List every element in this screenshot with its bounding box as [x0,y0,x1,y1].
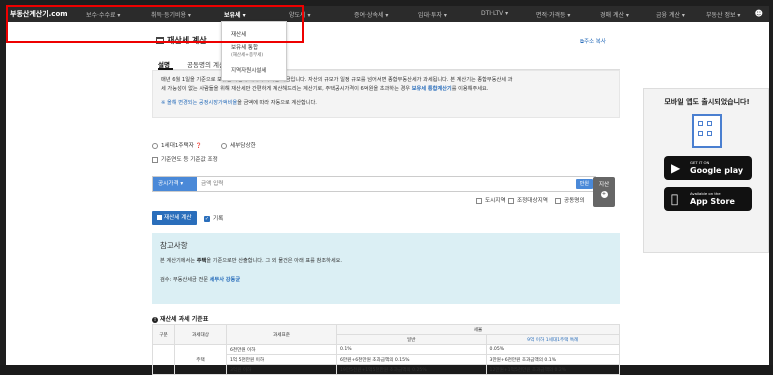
nav-item-rental-invest[interactable]: 임대·투자 ▾ [418,10,447,19]
nav-item-realestate-info[interactable]: 부동산 정보 ▾ [706,10,740,19]
price-input[interactable] [201,179,561,189]
app-ad-panel: 모바일 앱도 출시되었습니다! ▶ GET IT ON Google play … [643,88,769,253]
table-cell: 12만원+1억5천만원 초과금액의 0.2% [485,364,621,375]
browser-frame: 부동산계산기.com 보수·수수료 ▾ 취득·등기비용 ▾ 보유세 ▾ 양도세 … [0,0,773,375]
prev-base-checkbox[interactable] [152,156,158,163]
copy-url-label: 주소 복사 [583,39,606,45]
google-play-icon: ▶ [671,161,681,175]
apple-icon:  [671,192,678,206]
reset-button[interactable]: 지산 + [593,177,615,207]
copy-url-link[interactable]: ⧉주소 복사 [580,37,606,46]
dropdown-item-subtext: (재산세+종부세) [231,53,264,58]
calculator-icon [157,215,162,220]
nav-item-gift-inheritance[interactable]: 증여·상속세 ▾ [354,10,388,19]
description-text: 세 가능성이 없는 사람들을 위해 재산세만 간편하게 계산해드리는 계산기로,… [161,86,412,92]
nav-item-dti-ltv[interactable]: DTI·LTV ▾ [481,10,508,17]
table-subheader: 일반 [336,334,487,345]
app-house-icon [692,114,722,148]
google-play-button[interactable]: ▶ GET IT ON Google play [664,156,752,180]
rates-table: 구분 과세대상 과세표준 세율 일반 9억 이하 1세대1주택 특례 주택 6천… [152,324,621,375]
table-subheader: 9억 이하 1세대1주택 특례 [485,334,621,345]
table-header: 과세표준 [226,324,337,345]
reset-label: 지산 [598,182,610,188]
fair-market-ratio-link[interactable]: ※ 올해 변경되는 공정시장가액비율 [161,100,237,106]
table-header: 구분 [152,324,175,345]
rates-section-title: ! 재산세 과세 기준표 [152,314,208,323]
app-store-button[interactable]:  Available on the App Store [664,187,752,211]
record-label: 기록 [213,216,224,222]
urban-area-option[interactable]: 도시지역 [476,196,506,204]
table-cell: 6만원+6천만원 초과금액의 0.15% [336,354,487,365]
notice-line: ※ 올해 변경되는 공정시장가액비율을 금액에 따라 자동으로 계산합니다. [161,99,611,108]
regulated-area-checkbox[interactable] [508,197,514,204]
joint-name-checkbox[interactable] [555,197,561,204]
reference-text: 본 계산기에서는 주택을 기준으로만 산출합니다. 그 외 물건은 아래 표를 … [160,257,612,264]
calculate-button[interactable]: 재산세 계산 [152,211,197,225]
table-cell [152,344,175,375]
highlight-box [6,5,304,43]
table-header: 세율 [336,324,620,335]
holding-tax-calc-link[interactable]: 보유세 통합계산기 [412,86,452,92]
user-icon[interactable]: ☻ [755,9,763,18]
reviewer-line: 검수: 부동산세금 전문 세무사 강동균 [160,276,612,283]
unit-button[interactable]: 만원 [575,179,593,189]
prev-base-label: 기준연도 등 기준값 조정 [161,157,218,163]
table-cell: 1억 5천만원 이하 [226,354,337,365]
google-play-small: GET IT ON [690,160,710,165]
record-checkbox[interactable]: ✓ [204,215,210,222]
reference-text-c: 을 기준으로만 산출합니다. 그 외 물건은 아래 표를 참조하세요. [206,258,343,264]
tax-cap-option[interactable]: 세부담상한 [221,141,256,149]
nav-item-area-price[interactable]: 면적·가격등 ▾ [536,10,570,19]
notice-text: 을 금액에 따라 자동으로 계산합니다. [237,100,317,106]
reviewer-prefix: 검수: 부동산세금 전문 [160,277,210,283]
table-cell: 19만5천원+1억5천만원 초과금액의 0.25% [336,364,487,375]
tax-cap-label: 세부담상한 [230,143,256,149]
tax-cap-radio[interactable] [221,142,227,149]
info-icon: ! [152,316,158,323]
one-house-radio[interactable] [152,142,158,149]
tab-joint-ownership[interactable]: 공동명의 계산 [187,59,225,69]
description-line-2: 세 가능성이 없는 사람들을 위해 재산세만 간편하게 계산해드리는 계산기로,… [161,85,611,94]
price-input-row: 공시가격 ▾ 만원 [152,176,596,192]
table-cell: 주택 [174,344,227,375]
regulated-area-option[interactable]: 조정대상지역 [508,196,548,204]
reference-text-a: 본 계산기에서는 [160,258,197,264]
joint-name-label: 공동명의 [564,198,585,204]
one-house-option[interactable]: 1세대1주택자 ❓ [152,141,202,149]
nav-item-auction[interactable]: 경매 계산 ▾ [600,10,629,19]
table-row: 주택 6천만원 이하 0.1% 0.05% [152,344,621,375]
help-icon[interactable]: ❓ [196,143,202,149]
record-option[interactable]: ✓ 기록 [204,214,223,222]
description-text-end: 를 이용해주세요. [451,86,489,92]
app-store-small: Available on the [690,191,721,196]
table-cell: 0.05% [485,344,621,355]
reference-box: 참고사항 본 계산기에서는 주택을 기준으로만 산출합니다. 그 외 물건은 아… [152,233,620,304]
app-ad-title: 모바일 앱도 출시되었습니다! [664,98,750,106]
dropdown-item-regional-resource-tax[interactable]: 지역자원시설세 [231,66,266,74]
regulated-area-label: 조정대상지역 [517,198,548,204]
table-header: 과세대상 [174,324,227,345]
rates-title-text: 재산세 과세 기준표 [160,316,209,323]
app-store-label: App Store [690,197,735,206]
reviewer-link[interactable]: 세무사 강동균 [210,277,240,283]
joint-name-option[interactable]: 공동명의 [555,196,585,204]
price-type-select[interactable]: 공시가격 ▾ [153,177,197,191]
main-page: 재산세 계산 ⧉주소 복사 설명 공동명의 계산 매년 6월 1일을 기준으로 … [6,22,769,375]
nav-item-finance[interactable]: 금융 계산 ▾ [656,10,685,19]
table-cell: 6천만원 이하 [226,344,337,355]
prev-base-option[interactable]: 기준연도 등 기준값 조정 [152,155,218,163]
plus-icon: + [600,191,608,198]
urban-area-checkbox[interactable] [476,197,482,204]
table-cell: 3만원+6천만원 초과금액의 0.1% [485,354,621,365]
table-cell: 3억원 이하 [226,364,337,375]
dropdown-item-holding-tax-combined[interactable]: 보유세 통합 [231,43,258,51]
table-cell: 0.1% [336,344,487,355]
urban-area-label: 도시지역 [485,198,506,204]
google-play-label: Google play [690,166,744,175]
calculate-label: 재산세 계산 [164,215,192,221]
one-house-label: 1세대1주택자 [161,143,194,149]
reference-title: 참고사항 [160,241,188,250]
reference-text-bold: 주택 [196,258,207,264]
